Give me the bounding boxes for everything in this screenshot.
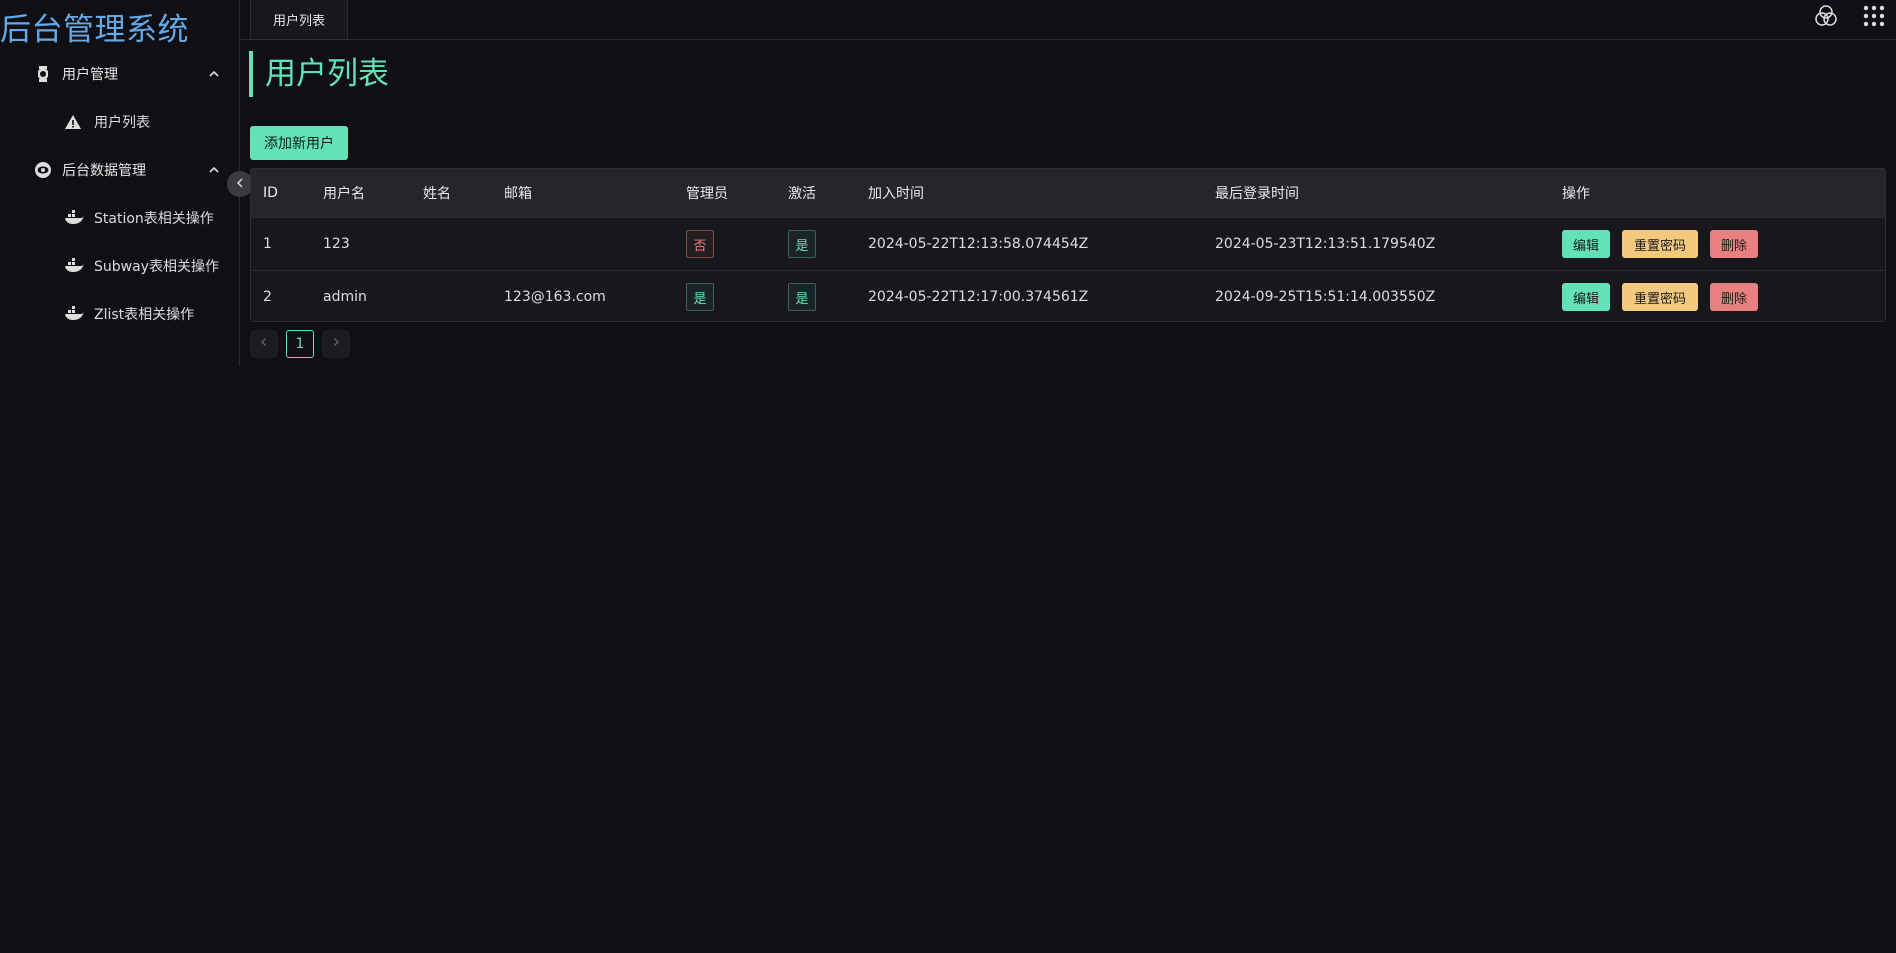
menu-group-label: 用户管理 xyxy=(62,67,118,83)
tab-user-list[interactable]: 用户列表 xyxy=(250,0,348,40)
watch-icon xyxy=(34,65,52,83)
sidebar-item-label: 用户列表 xyxy=(94,115,150,131)
menu-group-data-management[interactable]: 后台数据管理 xyxy=(0,150,240,190)
cell-joined: 2024-05-22T12:13:58.074454Z xyxy=(868,236,1089,252)
table-row: 2 admin 123@163.com 是 是 2024-05-22T12:17… xyxy=(251,270,1885,321)
column-header: 用户名 xyxy=(323,186,365,202)
delete-button[interactable]: 删除 xyxy=(1710,283,1758,311)
column-header: 激活 xyxy=(788,186,816,202)
prev-page-button[interactable] xyxy=(250,330,278,358)
user-table: ID 用户名 姓名 邮箱 管理员 激活 加入时间 最后登录时间 操作 1 123… xyxy=(250,168,1886,322)
cell-actions: 编辑 重置密码 删除 xyxy=(1562,218,1770,270)
sidebar: 后台管理系统 用户管理 用户列表 后台数据管理 Station表相关操作 Sub… xyxy=(0,0,240,366)
cell-last-login: 2024-09-25T15:51:14.003550Z xyxy=(1215,289,1436,305)
chevron-left-icon xyxy=(258,336,270,352)
reset-password-button[interactable]: 重置密码 xyxy=(1622,230,1698,258)
edit-button[interactable]: 编辑 xyxy=(1562,283,1610,311)
menu-group-user-management[interactable]: 用户管理 xyxy=(0,54,240,94)
cell-admin: 是 xyxy=(686,271,714,321)
app-title: 后台管理系统 xyxy=(0,12,189,48)
cell-id: 2 xyxy=(263,289,272,305)
table-header: ID 用户名 姓名 邮箱 管理员 激活 加入时间 最后登录时间 操作 xyxy=(251,169,1885,217)
table-row: 1 123 否 是 2024-05-22T12:13:58.074454Z 20… xyxy=(251,217,1885,270)
column-header: 管理员 xyxy=(686,186,728,202)
docker-icon xyxy=(64,257,84,275)
page-title: 用户列表 xyxy=(249,51,389,97)
docker-icon xyxy=(64,209,84,227)
app-root: 后台管理系统 用户管理 用户列表 后台数据管理 Station表相关操作 Sub… xyxy=(0,0,1896,953)
column-header: 加入时间 xyxy=(868,186,924,202)
eye-icon xyxy=(34,161,52,179)
admin-badge: 是 xyxy=(686,283,714,311)
next-page-button[interactable] xyxy=(322,330,350,358)
sidebar-item-label: Subway表相关操作 xyxy=(94,259,219,275)
column-header: 姓名 xyxy=(423,186,451,202)
cell-username: 123 xyxy=(323,236,350,252)
cell-admin: 否 xyxy=(686,218,714,270)
column-header: ID xyxy=(263,185,278,201)
active-badge: 是 xyxy=(788,230,816,258)
pagination: 1 xyxy=(250,330,350,358)
cell-last-login: 2024-05-23T12:13:51.179540Z xyxy=(1215,236,1436,252)
admin-badge: 否 xyxy=(686,230,714,258)
cell-email: 123@163.com xyxy=(504,289,606,305)
sidebar-item-label: Station表相关操作 xyxy=(94,211,214,227)
cell-active: 是 xyxy=(788,218,816,270)
page-number-button[interactable]: 1 xyxy=(286,330,314,358)
sidebar-item-subway[interactable]: Subway表相关操作 xyxy=(0,246,240,286)
sidebar-item-label: Zlist表相关操作 xyxy=(94,307,195,323)
delete-button[interactable]: 删除 xyxy=(1710,230,1758,258)
add-user-button[interactable]: 添加新用户 xyxy=(250,126,348,160)
docker-icon xyxy=(64,305,84,323)
cell-actions: 编辑 重置密码 删除 xyxy=(1562,271,1770,321)
cell-id: 1 xyxy=(263,236,272,252)
sidebar-item-zlist[interactable]: Zlist表相关操作 xyxy=(0,294,240,334)
reset-password-button[interactable]: 重置密码 xyxy=(1622,283,1698,311)
warning-icon xyxy=(64,113,84,131)
tab-bar: 用户列表 xyxy=(240,0,1896,40)
chevron-up-icon xyxy=(206,162,222,178)
chevron-left-icon xyxy=(233,175,247,194)
chevron-right-icon xyxy=(330,336,342,352)
column-header: 邮箱 xyxy=(504,186,532,202)
chevron-up-icon xyxy=(206,66,222,82)
column-header: 最后登录时间 xyxy=(1215,186,1299,202)
apps-grid-icon[interactable] xyxy=(1862,4,1886,28)
cell-joined: 2024-05-22T12:17:00.374561Z xyxy=(868,289,1089,305)
color-mix-icon[interactable] xyxy=(1814,4,1838,28)
menu-group-label: 后台数据管理 xyxy=(62,163,146,179)
sidebar-item-user-list[interactable]: 用户列表 xyxy=(0,102,240,142)
sidebar-item-station[interactable]: Station表相关操作 xyxy=(0,198,240,238)
cell-active: 是 xyxy=(788,271,816,321)
edit-button[interactable]: 编辑 xyxy=(1562,230,1610,258)
column-header: 操作 xyxy=(1562,186,1590,202)
active-badge: 是 xyxy=(788,283,816,311)
cell-username: admin xyxy=(323,289,367,305)
